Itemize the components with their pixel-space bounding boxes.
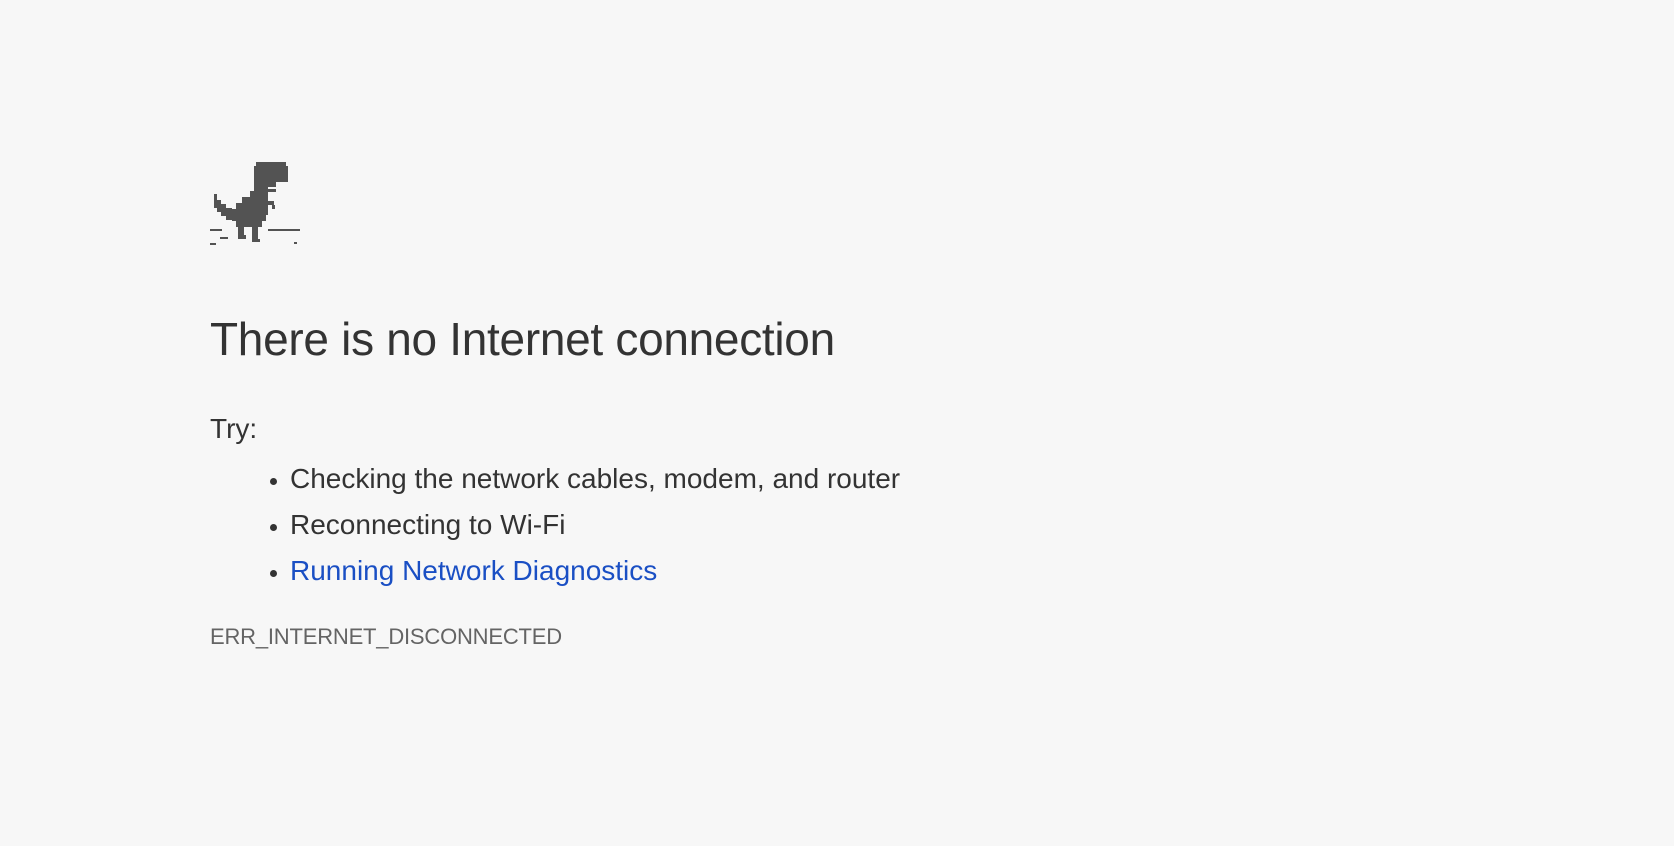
network-diagnostics-link[interactable]: Running Network Diagnostics <box>290 555 657 586</box>
page-title: There is no Internet connection <box>210 313 835 365</box>
error-code: ERR_INTERNET_DISCONNECTED <box>210 624 562 649</box>
suggestion-reconnect-wifi: Reconnecting to Wi-Fi <box>290 509 566 540</box>
list-item: Running Network Diagnostics <box>290 548 900 594</box>
list-item: Reconnecting to Wi-Fi <box>290 502 900 548</box>
list-item: Checking the network cables, modem, and … <box>290 456 900 502</box>
suggestion-check-cables: Checking the network cables, modem, and … <box>290 463 901 494</box>
offline-error-page: There is no Internet connection Try: Che… <box>0 0 1674 846</box>
t-rex-dino-icon[interactable] <box>210 160 300 250</box>
try-label: Try: <box>210 413 258 444</box>
suggestions-list: Checking the network cables, modem, and … <box>210 456 900 594</box>
dino-graphic <box>210 162 300 245</box>
